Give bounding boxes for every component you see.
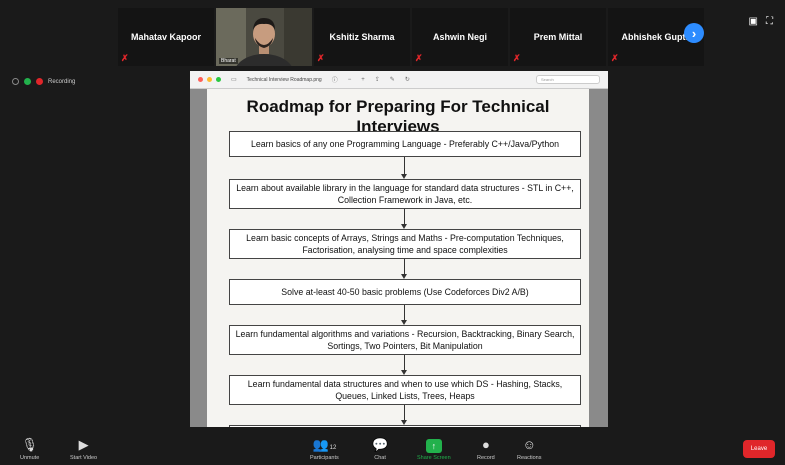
flow-arrow xyxy=(401,305,407,325)
meeting-toolbar: 🎙 Unmute ▶ Start Video 👥12 Participants … xyxy=(0,427,785,465)
flow-arrow xyxy=(401,157,407,179)
flow-arrow xyxy=(401,405,407,425)
markup-icon[interactable]: ✎ xyxy=(390,76,395,83)
security-shield-icon[interactable] xyxy=(24,78,31,85)
view-controls: ▣ ⛶ xyxy=(749,16,773,27)
view-mode-icon[interactable]: ▣ xyxy=(749,16,758,27)
muted-mic-icon: ✗ xyxy=(415,53,423,63)
participants-button[interactable]: 👥12 Participants xyxy=(310,437,339,461)
record-icon: ● xyxy=(481,437,490,452)
unmute-button[interactable]: 🎙 Unmute xyxy=(20,437,39,461)
participant-name: Prem Mittal xyxy=(533,32,583,42)
participant-strip: Mahatav Kapoor ✗ Bharat Kshitiz Sharma ✗… xyxy=(118,8,708,66)
participant-video-tile[interactable]: Bharat xyxy=(216,8,312,66)
reactions-label: Reactions xyxy=(517,455,542,461)
participant-name: Bharat xyxy=(219,58,238,64)
viewer-toolbar: ▭ Technical Interview Roadmap.png ⓘ − + … xyxy=(190,71,608,89)
reactions-icon: ☺ xyxy=(522,437,536,452)
flow-arrow xyxy=(401,355,407,375)
record-button[interactable]: ● Record xyxy=(477,437,495,461)
info-icon[interactable]: ⓘ xyxy=(332,75,338,84)
muted-mic-icon: ✗ xyxy=(513,53,521,63)
recording-dot-icon xyxy=(36,78,43,85)
participant-name: Mahatav Kapoor xyxy=(130,32,201,42)
rotate-icon[interactable]: ↻ xyxy=(405,76,410,83)
shared-image-viewer: ▭ Technical Interview Roadmap.png ⓘ − + … xyxy=(190,71,608,439)
roadmap-step: Learn basic concepts of Arrays, Strings … xyxy=(229,229,581,259)
sidebar-icon[interactable]: ▭ xyxy=(231,76,237,83)
muted-mic-icon: ✗ xyxy=(317,53,325,63)
participant-tile[interactable]: Ashwin Negi ✗ xyxy=(412,8,508,66)
close-window-button[interactable] xyxy=(198,77,203,82)
start-video-button[interactable]: ▶ Start Video xyxy=(70,437,97,461)
start-video-label: Start Video xyxy=(70,455,98,461)
zoom-out-icon[interactable]: − xyxy=(348,77,352,83)
viewer-title: Technical Interview Roadmap.png xyxy=(246,76,322,83)
maximize-window-button[interactable] xyxy=(216,77,221,82)
participant-tile[interactable]: Kshitiz Sharma ✗ xyxy=(314,8,410,66)
info-icon[interactable] xyxy=(12,78,19,85)
video-off-icon: ▶ xyxy=(78,437,89,452)
roadmap-step: Learn fundamental data structures and wh… xyxy=(229,375,581,405)
record-label: Record xyxy=(477,455,495,461)
participant-tile[interactable]: Prem Mittal ✗ xyxy=(510,8,606,66)
share-screen-icon: ↑ xyxy=(425,439,442,453)
muted-mic-icon: ✗ xyxy=(121,53,129,63)
leave-button[interactable]: Leave xyxy=(743,440,775,458)
chat-button[interactable]: 💬 Chat xyxy=(372,437,388,461)
minimize-window-button[interactable] xyxy=(207,77,212,82)
chevron-right-icon: › xyxy=(691,25,697,41)
recording-indicator: Recording xyxy=(12,78,75,85)
flow-arrow xyxy=(401,209,407,229)
roadmap-step: Solve at-least 40-50 basic problems (Use… xyxy=(229,279,581,305)
roadmap-step: Learn basics of any one Programming Lang… xyxy=(229,131,581,157)
participants-label: Participants xyxy=(310,455,339,461)
participant-name: Kshitiz Sharma xyxy=(329,32,395,42)
flow-arrow xyxy=(401,259,407,279)
muted-mic-icon: ✗ xyxy=(611,53,619,63)
participant-tile[interactable]: Mahatav Kapoor ✗ xyxy=(118,8,214,66)
roadmap-step: Learn about available library in the lan… xyxy=(229,179,581,209)
recording-label: Recording xyxy=(48,78,76,85)
share-screen-button[interactable]: ↑ Share Screen xyxy=(417,439,451,461)
search-input[interactable]: Search xyxy=(536,75,600,84)
participant-name: Abhishek Gupta xyxy=(621,32,691,42)
zoom-in-icon[interactable]: + xyxy=(361,77,365,83)
participants-icon: 👥12 xyxy=(312,437,337,452)
chat-label: Chat xyxy=(374,455,386,461)
document-page: Roadmap for Preparing For Technical Inte… xyxy=(207,89,589,439)
chat-icon: 💬 xyxy=(372,437,389,452)
unmute-label: Unmute xyxy=(20,455,40,461)
share-icon[interactable]: ⇪ xyxy=(375,76,380,83)
share-screen-label: Share Screen xyxy=(417,455,451,461)
participant-count: 12 xyxy=(329,445,337,451)
fullscreen-icon[interactable]: ⛶ xyxy=(766,16,773,27)
reactions-button[interactable]: ☺ Reactions xyxy=(517,437,541,461)
muted-mic-icon: 🎙 xyxy=(21,437,38,452)
roadmap-step: Learn fundamental algorithms and variati… xyxy=(229,325,581,355)
next-participants-button[interactable]: › xyxy=(684,23,704,43)
participant-name: Ashwin Negi xyxy=(432,32,487,42)
